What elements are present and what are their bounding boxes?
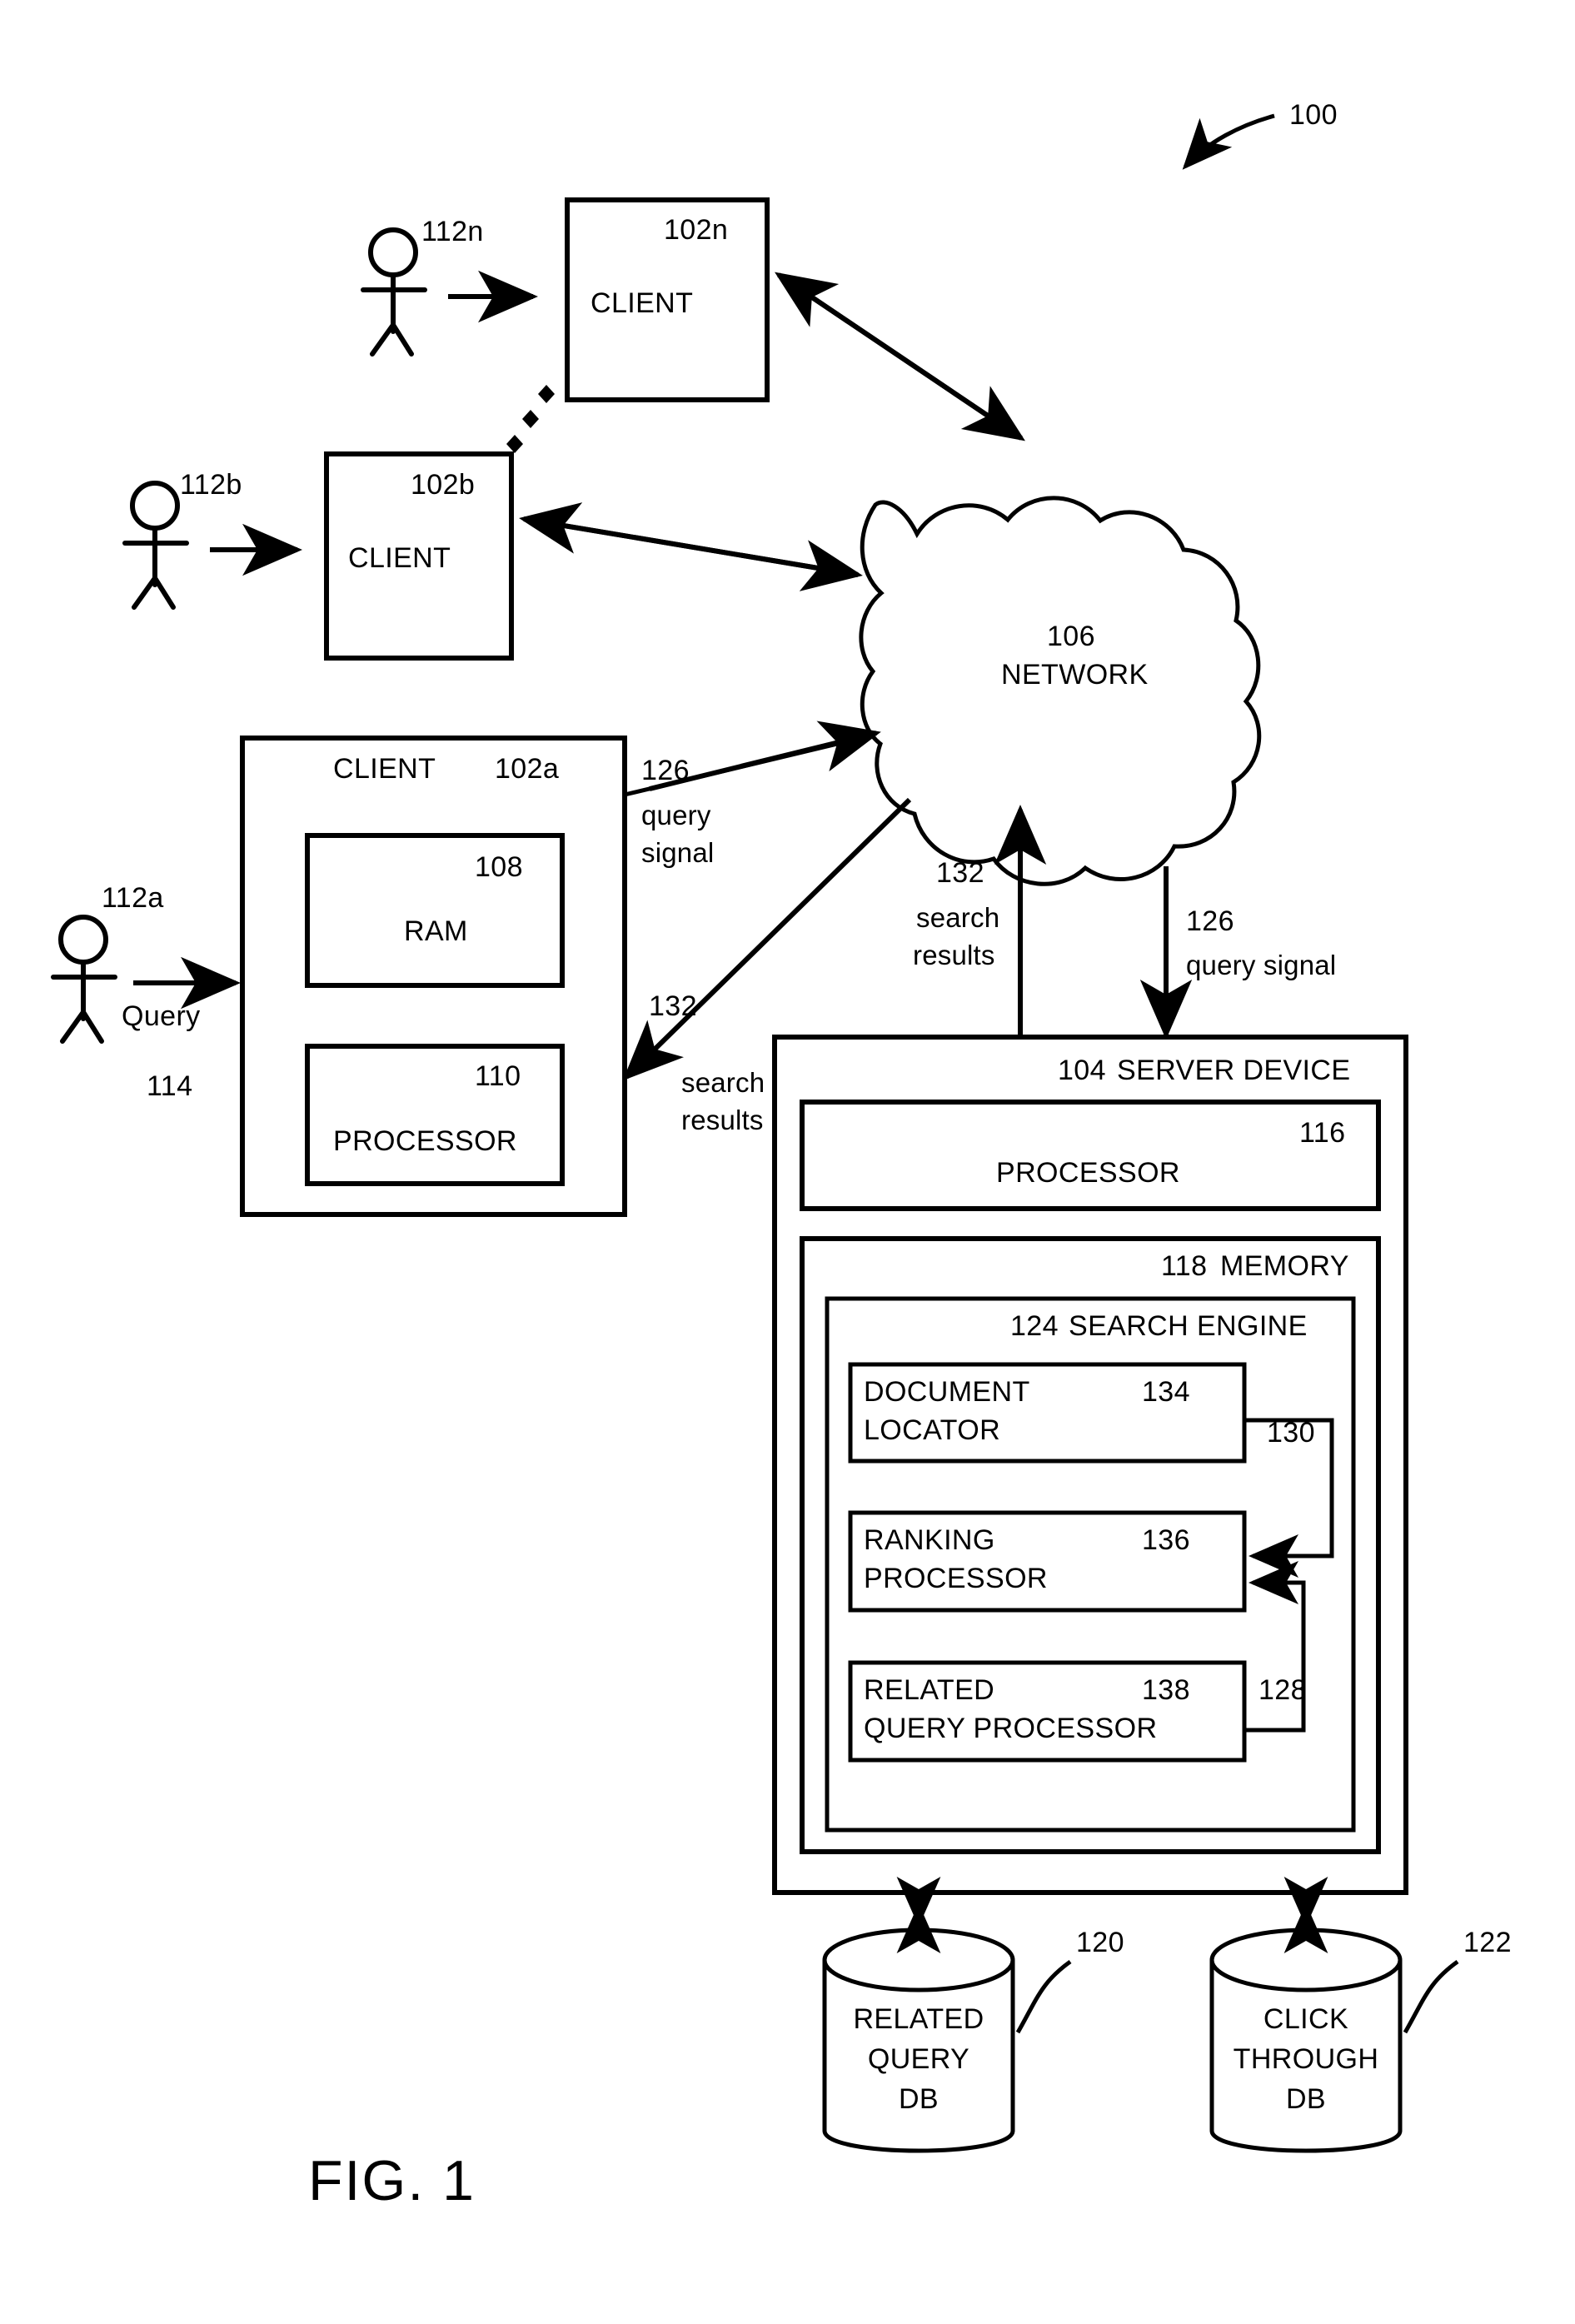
search-results-132-line2: results: [681, 1105, 764, 1135]
related-query-db-line1: RELATED: [853, 2003, 984, 2035]
search-results-132-net-line2: results: [913, 940, 995, 970]
ram-title: RAM: [404, 915, 468, 947]
feedback-link-128-ref: 128: [1259, 1674, 1307, 1706]
related-query-processor-line1: RELATED: [864, 1674, 995, 1706]
client-102b-title: CLIENT: [348, 542, 451, 574]
patent-figure-page: 100 112n 102n CLIENT 112b 102b CLIENT 10…: [0, 0, 1575, 2324]
search-results-132-net-line1: search: [916, 902, 1000, 933]
client-102a-ref: 102a: [495, 753, 560, 785]
click-through-db-line1: CLICK: [1263, 2003, 1349, 2035]
user-figure-112n: [361, 227, 427, 357]
client-102n-network-link: [775, 272, 1025, 441]
client-102n-ref: 102n: [664, 214, 729, 246]
related-query-db-line2: QUERY: [867, 2043, 970, 2075]
processor-110-ref: 110: [475, 1060, 521, 1092]
document-locator-ref-134: 134: [1142, 1376, 1190, 1408]
click-through-db-line3: DB: [1285, 2083, 1327, 2115]
processor-110-box: [305, 1044, 565, 1186]
figure-caption: FIG. 1: [308, 2149, 476, 2212]
related-query-db-cylinder: [822, 1928, 1015, 2153]
ranking-processor-ref-136: 136: [1142, 1524, 1190, 1556]
db-122-leader: [1403, 1959, 1459, 2034]
query-signal-126-server-ref: 126: [1186, 905, 1234, 937]
query-signal-126-server-label: query signal: [1186, 950, 1337, 980]
processor-110-title: PROCESSOR: [333, 1125, 517, 1157]
query-ref-114: 114: [147, 1070, 193, 1102]
user-figure-112a: [51, 915, 117, 1044]
ellipsis-dots-clients: [506, 385, 555, 453]
query-label: Query: [122, 1000, 201, 1032]
system-ref-label: 100: [1289, 99, 1338, 131]
ranking-processor-line1: RANKING: [864, 1524, 995, 1556]
diagram-vector-layer: [51, 113, 1459, 2153]
search-results-132-net-ref: 132: [936, 857, 984, 889]
feedback-link-128: [1244, 1560, 1306, 1733]
db-120-leader: [1015, 1959, 1072, 2034]
user-112a-ref: 112a: [102, 882, 164, 914]
search-results-132-ref: 132: [649, 990, 697, 1022]
query-signal-126-line1: query: [641, 800, 711, 830]
system-callout-arrow: [1182, 113, 1275, 170]
related-query-processor-line2: QUERY PROCESSOR: [864, 1713, 1158, 1744]
related-query-processor-ref-138: 138: [1142, 1674, 1190, 1706]
click-through-db-line2: THROUGH: [1233, 2043, 1379, 2075]
click-through-db-ref-122: 122: [1463, 1927, 1512, 1958]
ranking-processor-line2: PROCESSOR: [864, 1563, 1048, 1594]
server-processor-116-box: [800, 1100, 1381, 1211]
server-device-ref: 104: [1058, 1055, 1106, 1086]
user-112n-ref: 112n: [421, 216, 484, 247]
client-102b-network-link: [519, 502, 863, 591]
document-locator-line2: LOCATOR: [864, 1414, 1001, 1446]
memory-118-title: MEMORY: [1220, 1250, 1349, 1282]
click-through-db-cylinder: [1209, 1928, 1403, 2153]
user-112b-ref: 112b: [180, 469, 242, 501]
related-query-db-line3: DB: [898, 2083, 940, 2115]
feedback-link-130-ref: 130: [1267, 1417, 1315, 1449]
server-processor-116-ref: 116: [1299, 1117, 1346, 1149]
query-signal-126-ref: 126: [641, 755, 690, 786]
ram-ref-108: 108: [475, 851, 523, 883]
query-signal-126-line2: signal: [641, 837, 715, 868]
client-102a-title: CLIENT: [333, 753, 436, 785]
user-figure-112b: [122, 481, 189, 610]
server-processor-116-title: PROCESSOR: [996, 1157, 1180, 1189]
server-device-title: SERVER DEVICE: [1117, 1055, 1351, 1086]
memory-118-ref: 118: [1161, 1250, 1208, 1282]
document-locator-line1: DOCUMENT: [864, 1376, 1030, 1408]
network-ref: 106: [1047, 621, 1095, 652]
related-query-db-ref-120: 120: [1076, 1927, 1124, 1958]
ram-box: [305, 833, 565, 988]
network-title: NETWORK: [1001, 659, 1149, 691]
client-102b-ref: 102b: [411, 469, 476, 501]
search-engine-124-title: SEARCH ENGINE: [1069, 1310, 1308, 1342]
search-results-132-line1: search: [681, 1067, 765, 1098]
client-102n-title: CLIENT: [591, 287, 694, 319]
search-engine-124-ref: 124: [1010, 1310, 1059, 1342]
